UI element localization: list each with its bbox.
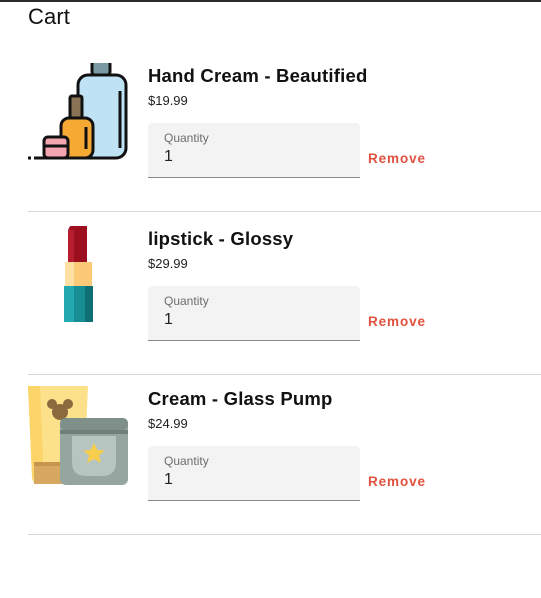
product-name[interactable]: Cream - Glass Pump	[148, 388, 333, 410]
quantity-field[interactable]: Quantity	[148, 446, 360, 501]
quantity-label: Quantity	[164, 294, 209, 308]
quantity-input[interactable]	[164, 311, 344, 329]
top-border	[0, 0, 541, 2]
product-name[interactable]: Hand Cream - Beautified	[148, 65, 367, 87]
product-price: $29.99	[148, 256, 188, 271]
product-name[interactable]: lipstick - Glossy	[148, 228, 293, 250]
divider	[28, 374, 541, 375]
cart-item: Hand Cream - Beautified $19.99 Quantity …	[28, 59, 541, 226]
cart-item: Cream - Glass Pump $24.99 Quantity Remov…	[28, 386, 541, 549]
quantity-field[interactable]: Quantity	[148, 123, 360, 178]
product-price: $24.99	[148, 416, 188, 431]
quantity-field[interactable]: Quantity	[148, 286, 360, 341]
quantity-input[interactable]	[164, 148, 344, 166]
cream-jar-icon	[28, 386, 132, 494]
remove-button[interactable]: Remove	[368, 151, 426, 166]
hand-cream-icon	[28, 59, 132, 171]
remove-button[interactable]: Remove	[368, 474, 426, 489]
quantity-input[interactable]	[164, 471, 344, 489]
quantity-label: Quantity	[164, 131, 209, 145]
product-price: $19.99	[148, 93, 188, 108]
divider	[28, 534, 541, 535]
quantity-label: Quantity	[164, 454, 209, 468]
page-title: Cart	[28, 4, 70, 29]
lipstick-icon	[28, 222, 132, 334]
cart-item: lipstick - Glossy $29.99 Quantity Remove	[28, 222, 541, 389]
remove-button[interactable]: Remove	[368, 314, 426, 329]
divider	[28, 211, 541, 212]
